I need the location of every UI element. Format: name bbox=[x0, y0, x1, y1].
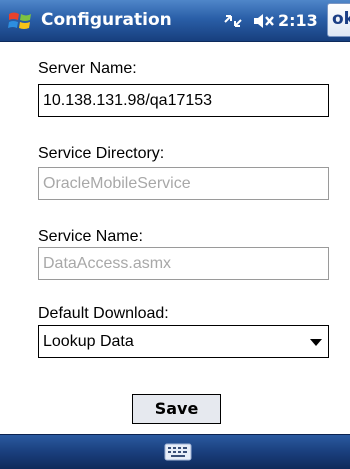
title-bar: Configuration 2:13 ok bbox=[0, 0, 350, 42]
default-download-select[interactable]: Lookup Data bbox=[38, 325, 329, 358]
default-download-label: Default Download: bbox=[38, 305, 169, 322]
dropdown-arrow-icon[interactable] bbox=[310, 339, 322, 346]
service-name-input: DataAccess.asmx bbox=[38, 247, 329, 280]
default-download-selected: Lookup Data bbox=[43, 333, 134, 350]
connectivity-icon[interactable] bbox=[222, 12, 244, 30]
save-button[interactable]: Save bbox=[132, 394, 221, 424]
ok-button[interactable]: ok bbox=[327, 3, 350, 37]
bottom-bar bbox=[0, 434, 350, 469]
clock-time: 2:13 bbox=[278, 11, 318, 30]
keyboard-icon[interactable] bbox=[164, 443, 192, 461]
window-title: Configuration bbox=[41, 10, 172, 30]
volume-mute-icon[interactable] bbox=[252, 12, 276, 30]
service-directory-label: Service Directory: bbox=[38, 145, 165, 162]
server-name-label: Server Name: bbox=[38, 60, 137, 77]
windows-start-icon[interactable] bbox=[8, 9, 32, 33]
service-directory-input: OracleMobileService bbox=[38, 167, 329, 200]
server-name-input[interactable]: 10.138.131.98/qa17153 bbox=[38, 84, 329, 117]
service-name-label: Service Name: bbox=[38, 228, 143, 245]
